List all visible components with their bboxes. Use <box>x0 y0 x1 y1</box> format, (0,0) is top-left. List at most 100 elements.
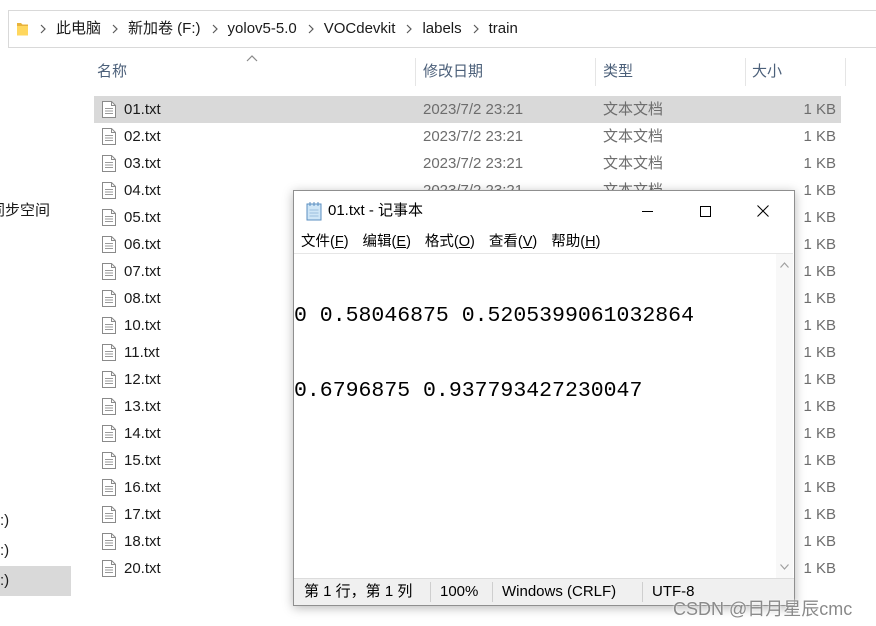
file-name: 12.txt <box>124 371 161 388</box>
file-type: 文本文档 <box>603 101 664 118</box>
text-file-icon <box>102 209 116 226</box>
file-row[interactable]: 01.txt 2023/7/2 23:21 文本文档 1 KB <box>94 96 841 123</box>
breadcrumb-item[interactable]: labels <box>422 19 461 39</box>
file-row[interactable]: 02.txt 2023/7/2 23:21 文本文档 1 KB <box>94 123 841 150</box>
file-size: 1 KB <box>803 506 836 523</box>
window-title: 01.txt - 记事本 <box>328 202 424 219</box>
file-name: 16.txt <box>124 479 161 496</box>
chevron-right-icon[interactable] <box>306 22 316 36</box>
chevron-right-icon[interactable] <box>38 22 48 36</box>
breadcrumb-item[interactable]: 此电脑 <box>56 19 101 39</box>
text-file-icon <box>102 560 116 577</box>
watermark: CSDN @日月星辰cmc <box>673 599 853 619</box>
text-file-icon <box>102 506 116 523</box>
file-name: 02.txt <box>124 128 161 145</box>
notepad-icon <box>305 201 323 221</box>
file-name: 01.txt <box>124 101 161 118</box>
status-divider <box>492 582 493 602</box>
column-resize-handle[interactable] <box>595 58 596 86</box>
file-name: 06.txt <box>124 236 161 253</box>
column-header-name[interactable]: 名称 <box>97 58 127 86</box>
file-size: 1 KB <box>803 236 836 253</box>
maximize-button[interactable] <box>676 191 734 231</box>
text-file-icon <box>102 344 116 361</box>
menu-file[interactable]: 文件(F) <box>294 231 356 253</box>
file-modified: 2023/7/2 23:21 <box>423 155 524 172</box>
text-file-icon <box>102 236 116 253</box>
chevron-right-icon[interactable] <box>110 22 120 36</box>
minimize-button[interactable] <box>618 191 676 231</box>
text-file-icon <box>102 479 116 496</box>
text-editor[interactable]: 0 0.58046875 0.5205399061032864 0.679687… <box>294 253 776 578</box>
column-resize-handle[interactable] <box>745 58 746 86</box>
file-name: 04.txt <box>124 182 161 199</box>
file-size: 1 KB <box>803 479 836 496</box>
text-file-icon <box>102 371 116 388</box>
file-name: 18.txt <box>124 533 161 550</box>
file-name: 15.txt <box>124 452 161 469</box>
file-size: 1 KB <box>803 425 836 442</box>
column-resize-handle[interactable] <box>845 58 846 86</box>
breadcrumb: 此电脑 新加卷 (F:) yolov5-5.0 VOCdevkit labels trai… <box>29 19 518 39</box>
file-size: 1 KB <box>803 344 836 361</box>
scroll-down-arrow-icon[interactable] <box>780 564 789 570</box>
file-name: 03.txt <box>124 155 161 172</box>
close-icon <box>757 205 769 217</box>
cursor-position: 第 1 行，第 1 列 <box>304 583 413 600</box>
text-file-icon <box>102 101 116 118</box>
maximize-icon <box>699 205 711 217</box>
text-file-icon <box>102 128 116 145</box>
file-size: 1 KB <box>803 101 836 118</box>
sort-ascending-icon <box>246 55 258 62</box>
file-name: 07.txt <box>124 263 161 280</box>
breadcrumb-item[interactable]: 新加卷 (F:) <box>128 19 201 39</box>
column-resize-handle[interactable] <box>415 58 416 86</box>
minimize-icon <box>641 210 653 212</box>
text-file-icon <box>102 317 116 334</box>
text-file-icon <box>102 425 116 442</box>
address-bar[interactable]: 此电脑 新加卷 (F:) yolov5-5.0 VOCdevkit labels trai… <box>8 10 876 48</box>
menu-view[interactable]: 查看(V) <box>482 231 544 253</box>
chevron-right-icon[interactable] <box>210 22 220 36</box>
menu-format[interactable]: 格式(O) <box>418 231 482 253</box>
scroll-up-arrow-icon[interactable] <box>780 262 789 268</box>
title-bar[interactable]: 01.txt - 记事本 <box>294 191 794 231</box>
nav-item-label: 同步空间 <box>0 202 51 219</box>
file-name: 13.txt <box>124 398 161 415</box>
close-button[interactable] <box>734 191 792 231</box>
file-size: 1 KB <box>803 371 836 388</box>
column-header-modified[interactable]: 修改日期 <box>423 58 483 86</box>
file-size: 1 KB <box>803 209 836 226</box>
file-name: 20.txt <box>124 560 161 577</box>
line-ending: Windows (CRLF) <box>502 583 617 600</box>
file-modified: 2023/7/2 23:21 <box>423 128 524 145</box>
file-size: 1 KB <box>803 533 836 550</box>
column-header-size[interactable]: 大小 <box>752 58 782 86</box>
file-name: 11.txt <box>124 344 160 361</box>
zoom-level: 100% <box>440 583 479 600</box>
chevron-right-icon[interactable] <box>404 22 414 36</box>
breadcrumb-item[interactable]: train <box>489 19 518 39</box>
breadcrumb-item[interactable]: yolov5-5.0 <box>228 19 297 39</box>
file-name: 05.txt <box>124 209 161 226</box>
nav-item-drive[interactable]: :) <box>0 506 71 536</box>
file-size: 1 KB <box>803 128 836 145</box>
nav-item-drive[interactable]: :) <box>0 536 71 566</box>
file-size: 1 KB <box>803 155 836 172</box>
file-size: 1 KB <box>803 290 836 307</box>
vertical-scrollbar[interactable] <box>776 253 793 578</box>
nav-item-drive[interactable]: :) <box>0 566 71 596</box>
file-name: 10.txt <box>124 317 161 334</box>
file-size: 1 KB <box>803 398 836 415</box>
folder-icon <box>16 21 29 37</box>
menu-help[interactable]: 帮助(H) <box>544 231 607 253</box>
column-header-type[interactable]: 类型 <box>603 58 633 86</box>
text-file-icon <box>102 398 116 415</box>
menu-edit[interactable]: 编辑(E) <box>356 231 418 253</box>
file-row[interactable]: 03.txt 2023/7/2 23:21 文本文档 1 KB <box>94 150 841 177</box>
nav-item-sync-space[interactable]: 同步空间 <box>0 196 71 226</box>
file-size: 1 KB <box>803 452 836 469</box>
chevron-right-icon[interactable] <box>471 22 481 36</box>
text-file-icon <box>102 155 116 172</box>
breadcrumb-item[interactable]: VOCdevkit <box>324 19 396 39</box>
